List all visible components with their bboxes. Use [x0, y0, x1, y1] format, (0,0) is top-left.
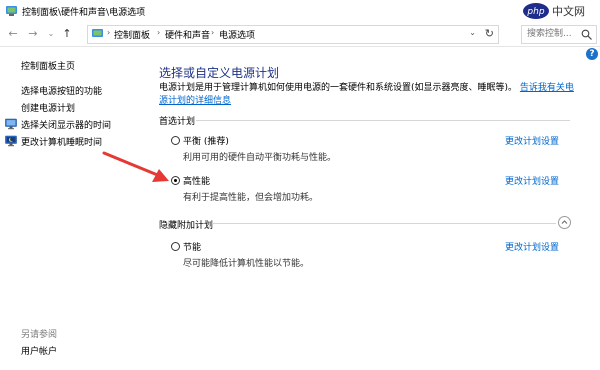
sidebar-item-display-off-time[interactable]: 选择关闭显示器的时间: [21, 118, 111, 131]
user-accounts-link[interactable]: 用户帐户: [21, 344, 57, 357]
watermark-logo: php 中文网: [523, 3, 585, 19]
address-bar[interactable]: › 控制面板 › 硬件和声音 › 电源选项 ⌄ ↻: [87, 25, 499, 44]
forward-arrow-icon[interactable]: →: [26, 27, 40, 41]
plan-balanced-description: 利用可用的硬件自动平衡功耗与性能。: [183, 153, 337, 163]
breadcrumb-power-options[interactable]: 电源选项: [219, 28, 255, 41]
section-divider: [196, 120, 570, 121]
hidden-plans-heading: 隐藏附加计划: [159, 221, 214, 231]
up-arrow-icon[interactable]: ↑: [60, 27, 74, 41]
sidebar-item-power-buttons[interactable]: 选择电源按钮的功能: [21, 84, 102, 97]
sidebar-item-home[interactable]: 控制面板主页: [21, 59, 75, 72]
page-title: 选择或自定义电源计划: [159, 66, 280, 80]
search-icon[interactable]: [581, 29, 592, 40]
annotation-arrow-icon: [102, 151, 169, 182]
control-panel-icon: [6, 6, 17, 16]
collapse-chevron-up-icon[interactable]: [558, 216, 571, 229]
svg-text:中文网: 中文网: [552, 4, 585, 18]
plan-balanced-radio[interactable]: [171, 136, 180, 145]
svg-text:php: php: [526, 7, 544, 17]
plan-balanced-name[interactable]: 平衡 (推荐): [183, 134, 229, 147]
plan-power-saver-description: 尽可能降低计算机性能以节能。: [183, 259, 310, 269]
plan-high-performance-name[interactable]: 高性能: [183, 174, 210, 187]
plan-power-saver-change-settings-link[interactable]: 更改计划设置: [505, 240, 559, 253]
plan-power-saver-name[interactable]: 节能: [183, 240, 201, 253]
refresh-icon[interactable]: ↻: [485, 27, 494, 40]
sidebar-item-create-plan[interactable]: 创建电源计划: [21, 101, 75, 114]
plan-balanced-change-settings-link[interactable]: 更改计划设置: [505, 134, 559, 147]
breadcrumb-separator-icon: ›: [157, 28, 161, 37]
plan-high-performance-description: 有利于提高性能，但会增加功耗。: [183, 193, 319, 203]
search-box[interactable]: [521, 25, 597, 44]
breadcrumb-control-panel[interactable]: 控制面板: [114, 28, 150, 41]
sidebar-item-sleep-time[interactable]: 更改计算机睡眠时间: [21, 135, 102, 148]
preferred-plans-heading: 首选计划: [159, 117, 196, 127]
window-title: 控制面板\硬件和声音\电源选项: [22, 8, 146, 18]
title-bar: 控制面板\硬件和声音\电源选项 php 中文网: [0, 0, 600, 22]
navigation-bar: ← → ⌄ ↑ › 控制面板 › 硬件和声音 › 电源选项 ⌄ ↻: [0, 22, 600, 47]
help-icon[interactable]: ?: [586, 48, 598, 60]
breadcrumb-hardware-sound[interactable]: 硬件和声音: [165, 28, 210, 41]
monitor-icon: [5, 118, 17, 130]
plan-power-saver-radio[interactable]: [171, 242, 180, 251]
address-dropdown-chevron-icon[interactable]: ⌄: [469, 28, 476, 37]
control-panel-icon: [92, 29, 103, 37]
plan-high-performance-change-settings-link[interactable]: 更改计划设置: [505, 174, 559, 187]
recent-chevron-down-icon[interactable]: ⌄: [44, 27, 58, 41]
moon-icon: [5, 135, 17, 147]
breadcrumb-separator-icon: ›: [211, 28, 215, 37]
back-arrow-icon[interactable]: ←: [6, 27, 20, 41]
breadcrumb-separator-icon: ›: [107, 28, 111, 37]
description-text: 电源计划是用于管理计算机如何使用电源的一套硬件和系统设置(如显示器亮度、睡眠等)…: [159, 83, 518, 93]
section-divider: [212, 223, 556, 224]
page-description: 电源计划是用于管理计算机如何使用电源的一套硬件和系统设置(如显示器亮度、睡眠等)…: [159, 82, 579, 108]
see-also-heading: 另请参阅: [21, 330, 58, 340]
search-input[interactable]: [527, 28, 579, 40]
